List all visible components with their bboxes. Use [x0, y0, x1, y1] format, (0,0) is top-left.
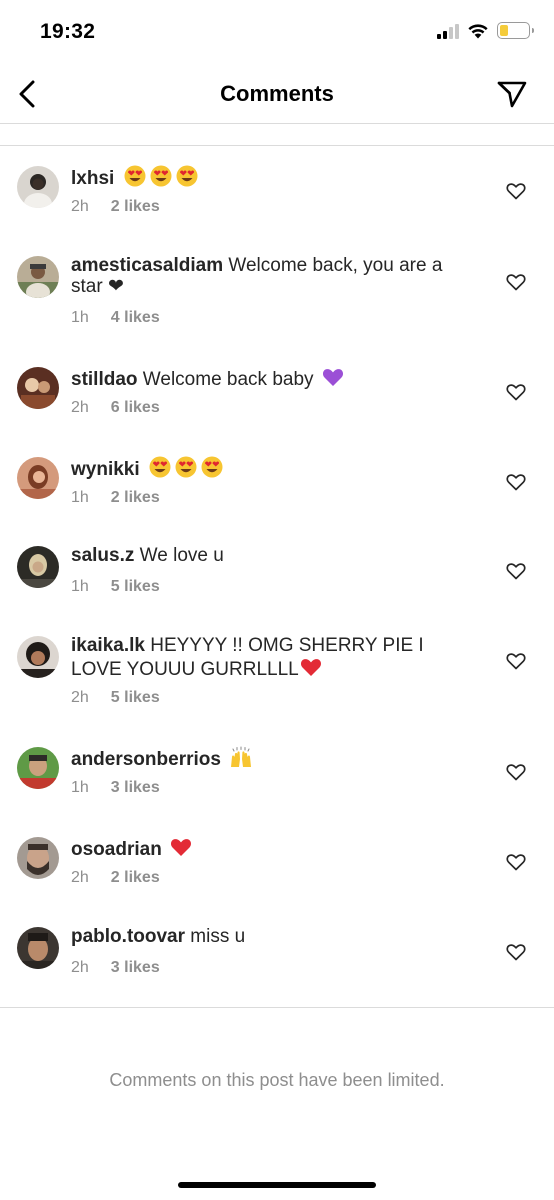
- battery-icon: [497, 22, 534, 39]
- comment-text: pablo.toovar miss u: [71, 926, 471, 947]
- comment-likes[interactable]: 2 likes: [111, 489, 160, 507]
- like-heart-icon[interactable]: [506, 942, 526, 962]
- comment-body: We love u: [139, 545, 224, 566]
- comment-time: 2h: [71, 399, 89, 416]
- wifi-icon: [468, 23, 488, 38]
- comment-likes[interactable]: 3 likes: [111, 779, 160, 797]
- comment-time: 1h: [71, 578, 89, 595]
- avatar[interactable]: [17, 457, 59, 499]
- comment-time: 2h: [71, 198, 89, 215]
- red-heart-emoji: [299, 659, 326, 680]
- divider: [0, 145, 554, 146]
- comment-time: 2h: [71, 959, 89, 976]
- avatar[interactable]: [17, 636, 59, 678]
- comment-username[interactable]: osoadrian: [71, 839, 162, 860]
- send-icon: [497, 81, 527, 108]
- comment-likes[interactable]: 5 likes: [111, 689, 160, 707]
- heart-eyes-emoji: [149, 456, 227, 480]
- comment-username[interactable]: amesticasaldiam: [71, 255, 223, 276]
- comment-likes[interactable]: 2 likes: [111, 198, 160, 216]
- home-indicator[interactable]: [178, 1182, 376, 1188]
- comment-body: miss u: [190, 926, 246, 947]
- nav-bar: Comments: [0, 66, 554, 124]
- comment-body: Welcome back baby: [142, 369, 314, 390]
- avatar[interactable]: [17, 166, 59, 208]
- avatar[interactable]: [17, 927, 59, 969]
- like-heart-icon[interactable]: [506, 382, 526, 402]
- comment-time: 1h: [71, 489, 89, 506]
- cellular-signal-icon: [437, 23, 459, 39]
- comment-likes[interactable]: 6 likes: [111, 399, 160, 417]
- comment-username[interactable]: salus.z: [71, 545, 134, 566]
- comments-limited-note: Comments on this post have been limited.: [109, 1070, 445, 1090]
- comment-username[interactable]: lxhsi: [71, 168, 114, 189]
- red-heart-emoji: [167, 839, 196, 860]
- comment-meta: 1h 2 likes: [71, 489, 160, 507]
- comment-text: lxhsi: [71, 165, 471, 189]
- like-heart-icon[interactable]: [506, 651, 526, 671]
- comment-text: salus.z We love u: [71, 545, 471, 566]
- comment-text: ikaika.lk HEYYYY !! OMG SHERRY PIE I LOV…: [71, 635, 471, 680]
- comment-time: 2h: [71, 869, 89, 886]
- like-heart-icon[interactable]: [506, 181, 526, 201]
- comment-username[interactable]: andersonberrios: [71, 749, 221, 770]
- comment-text: amesticasaldiam Welcome back, you are a …: [71, 255, 471, 297]
- status-time: 19:32: [40, 20, 96, 43]
- comment-username[interactable]: ikaika.lk: [71, 635, 145, 656]
- comment-time: 1h: [71, 779, 89, 796]
- like-heart-icon[interactable]: [506, 561, 526, 581]
- comment-text: andersonberrios: [71, 746, 471, 770]
- like-heart-icon[interactable]: [506, 472, 526, 492]
- avatar[interactable]: [17, 747, 59, 789]
- comment-text: stilldao Welcome back baby: [71, 366, 471, 390]
- comment-username[interactable]: pablo.toovar: [71, 926, 185, 947]
- raising-hands-emoji: [226, 746, 257, 770]
- comment-likes[interactable]: 4 likes: [111, 309, 160, 327]
- like-heart-icon[interactable]: [506, 852, 526, 872]
- comment-meta: 2h 3 likes: [71, 959, 160, 977]
- comment-username[interactable]: stilldao: [71, 369, 138, 390]
- comment-likes[interactable]: 2 likes: [111, 869, 160, 887]
- comment-username[interactable]: wynikki: [71, 459, 140, 480]
- like-heart-icon[interactable]: [506, 762, 526, 782]
- page-title: Comments: [220, 81, 334, 106]
- comment-text: wynikki: [71, 456, 471, 480]
- comment-meta: 2h 2 likes: [71, 869, 160, 887]
- comment-meta: 2h 6 likes: [71, 399, 160, 417]
- comment-meta: 1h 5 likes: [71, 578, 160, 596]
- comment-text: osoadrian: [71, 836, 471, 860]
- comment-time: 1h: [71, 309, 89, 326]
- comment-meta: 1h 3 likes: [71, 779, 160, 797]
- avatar[interactable]: [17, 837, 59, 879]
- divider: [0, 1007, 554, 1008]
- comment-meta: 2h 5 likes: [71, 689, 160, 707]
- comment-meta: 1h 4 likes: [71, 309, 160, 327]
- comment-time: 2h: [71, 689, 89, 706]
- purple-heart-emoji: [319, 369, 348, 390]
- avatar[interactable]: [17, 367, 59, 409]
- share-button[interactable]: [496, 78, 528, 110]
- comment-meta: 2h 2 likes: [71, 198, 160, 216]
- avatar[interactable]: [17, 546, 59, 588]
- status-icons: [437, 22, 534, 39]
- heart-eyes-emoji: [124, 165, 202, 189]
- comment-likes[interactable]: 5 likes: [111, 578, 160, 596]
- like-heart-icon[interactable]: [506, 272, 526, 292]
- avatar[interactable]: [17, 256, 59, 298]
- status-bar: 19:32: [0, 0, 554, 66]
- comment-likes[interactable]: 3 likes: [111, 959, 160, 977]
